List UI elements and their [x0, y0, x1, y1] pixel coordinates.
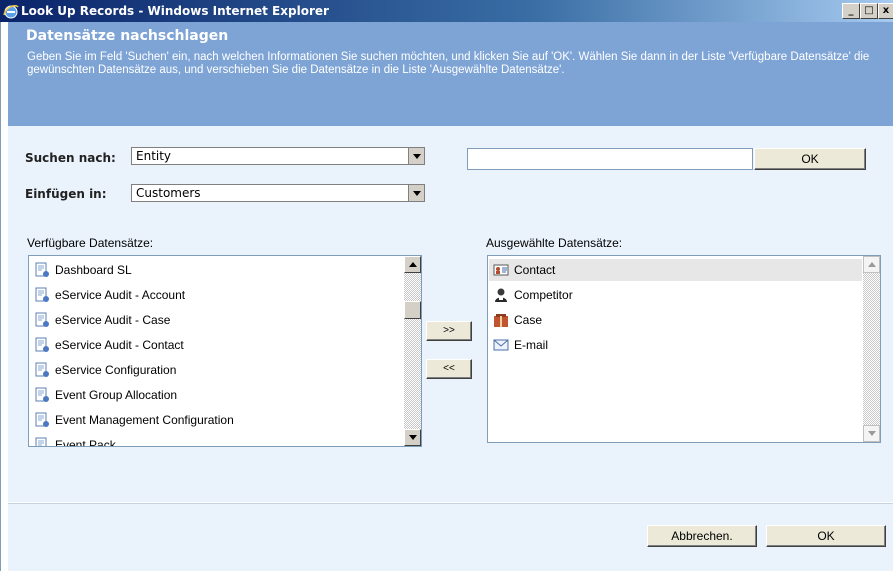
close-button[interactable]: x [878, 3, 893, 19]
window-title: Look Up Records - Windows Internet Explo… [21, 4, 329, 18]
ok-button[interactable]: OK [766, 525, 886, 547]
available-records-label: Verfügbare Datensätze: [27, 236, 154, 250]
chevron-down-icon[interactable] [408, 185, 424, 201]
entity-icon [35, 312, 49, 327]
arrow-up-icon [867, 262, 876, 267]
list-item[interactable]: Event Group Allocation [34, 384, 177, 406]
case-box-icon [494, 314, 508, 327]
insert-in-value: Customers [136, 186, 201, 200]
search-by-select[interactable]: Entity [131, 147, 425, 165]
list-item[interactable]: eService Audit - Case [34, 309, 170, 331]
search-by-value: Entity [136, 149, 172, 163]
dialog-footer: Abbrechen. OK [8, 503, 893, 571]
entity-icon [35, 262, 49, 277]
cancel-button[interactable]: Abbrechen. [647, 525, 757, 547]
lookup-content: Suchen nach: Entity Einfügen in: Custome… [8, 126, 893, 502]
chevron-down-icon[interactable] [408, 148, 424, 164]
entity-icon [35, 387, 49, 402]
internet-explorer-icon [3, 4, 19, 19]
search-ok-button[interactable]: OK [754, 148, 866, 170]
list-item[interactable]: eService Audit - Contact [34, 334, 184, 356]
entity-icon [35, 412, 49, 427]
insert-in-select[interactable]: Customers [131, 184, 425, 202]
maximize-button[interactable]: □ [860, 3, 878, 19]
remove-from-selected-button[interactable]: << [426, 359, 472, 379]
scroll-up-button[interactable] [863, 256, 880, 273]
list-item[interactable]: Dashboard SL [34, 259, 132, 281]
search-by-label: Suchen nach: [25, 151, 116, 165]
selected-records-label: Ausgewählte Datensätze: [486, 236, 623, 250]
insert-in-label: Einfügen in: [25, 187, 107, 201]
list-item[interactable]: eService Configuration [34, 359, 176, 381]
entity-icon [35, 287, 49, 302]
search-input[interactable] [467, 148, 753, 170]
scroll-down-button[interactable] [404, 429, 421, 446]
list-item[interactable]: Contact [493, 259, 555, 281]
window-title-bar[interactable]: Look Up Records - Windows Internet Explo… [0, 0, 893, 22]
dialog-title: Datensätze nachschlagen [26, 28, 229, 44]
list-item[interactable]: E-mail [493, 334, 548, 356]
competitor-person-icon [495, 288, 507, 302]
available-records-list[interactable]: Dashboard SL eService Audit - Account eS… [28, 255, 422, 447]
arrow-down-icon [867, 431, 876, 436]
available-list-scrollbar[interactable] [404, 256, 421, 446]
contact-card-icon [493, 264, 509, 276]
list-item[interactable]: Competitor [493, 284, 573, 306]
envelope-icon [493, 339, 509, 351]
entity-icon [35, 437, 47, 446]
entity-icon [35, 337, 49, 352]
entity-icon [35, 362, 49, 377]
arrow-down-icon [408, 435, 417, 440]
list-item[interactable]: Event Pack... [34, 434, 126, 446]
add-to-selected-button[interactable]: >> [426, 321, 472, 341]
list-item[interactable]: Event Management Configuration [34, 409, 234, 431]
arrow-up-icon [408, 262, 417, 267]
scroll-thumb[interactable] [404, 301, 421, 319]
scroll-down-button[interactable] [863, 425, 880, 442]
list-item[interactable]: eService Audit - Account [34, 284, 185, 306]
minimize-button[interactable]: _ [842, 3, 860, 19]
dialog-header: Datensätze nachschlagen Geben Sie im Fel… [8, 22, 893, 126]
selected-records-list[interactable]: Contact Competitor Case E-mail [487, 255, 881, 443]
selected-list-scrollbar[interactable] [863, 256, 880, 442]
scroll-up-button[interactable] [404, 256, 421, 273]
list-item[interactable]: Case [493, 309, 542, 331]
dialog-instructions: Geben Sie im Feld 'Suchen' ein, nach wel… [27, 51, 870, 76]
